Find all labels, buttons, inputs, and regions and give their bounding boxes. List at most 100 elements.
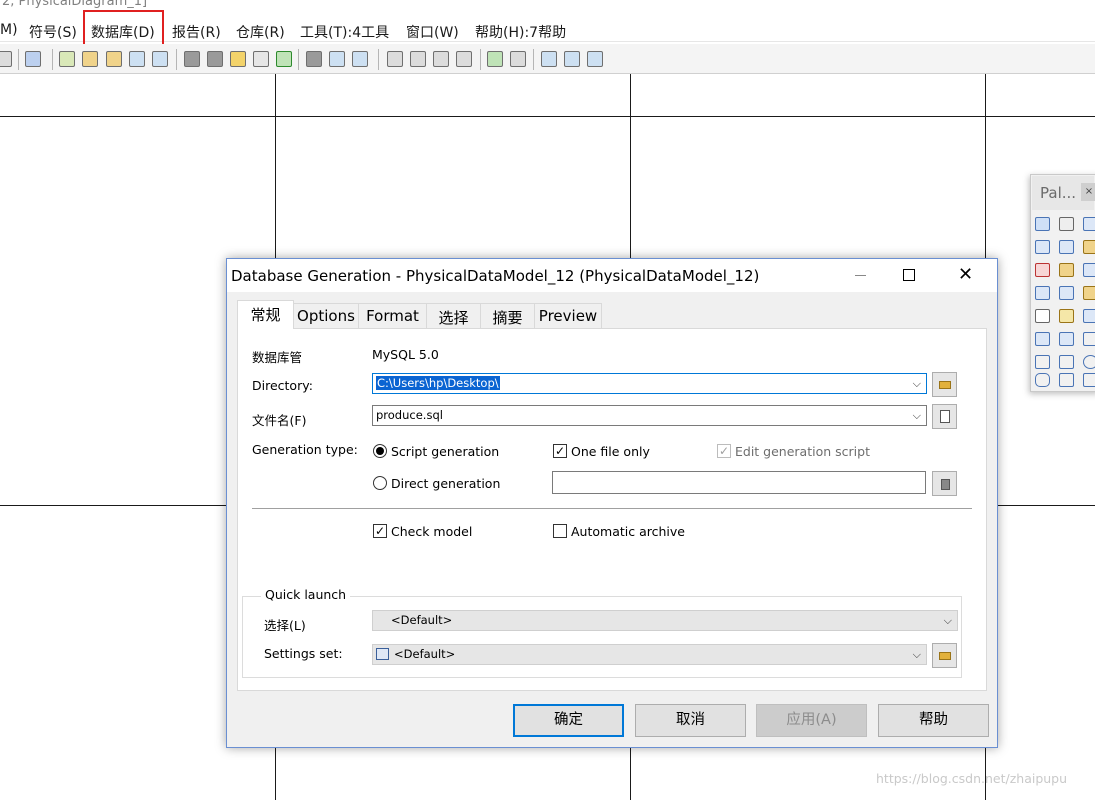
procedure-icon[interactable] <box>1083 286 1095 300</box>
view2-icon[interactable] <box>410 51 426 67</box>
tab-summary[interactable]: 摘要 <box>480 303 535 328</box>
paste-icon[interactable] <box>207 51 223 67</box>
menu-repository[interactable]: 仓库(R) <box>236 22 285 42</box>
chevron-down-icon[interactable]: ⌵ <box>913 377 921 391</box>
open-model-icon[interactable] <box>59 51 75 67</box>
automatic-archive-label[interactable]: Automatic archive <box>571 524 685 539</box>
chevron-down-icon[interactable]: ⌵ <box>944 614 952 628</box>
menu-tools[interactable]: 工具(T):4工具 <box>300 22 389 42</box>
format-icon[interactable] <box>253 51 269 67</box>
browse-directory-button[interactable] <box>932 372 957 397</box>
menu-report[interactable]: 报告(R) <box>172 22 221 42</box>
close-icon[interactable]: × <box>1081 183 1095 201</box>
edit-generation-script-label[interactable]: Edit generation script <box>735 444 870 459</box>
font-icon[interactable] <box>276 51 292 67</box>
tab-general[interactable]: 常规 <box>237 300 294 329</box>
refresh-icon[interactable] <box>129 51 145 67</box>
dialog-titlebar[interactable]: Database Generation - PhysicalDataModel_… <box>227 259 997 292</box>
data-source-input[interactable] <box>552 471 926 494</box>
display-icon[interactable] <box>564 51 580 67</box>
entity-icon[interactable] <box>1059 263 1074 277</box>
view3-icon[interactable] <box>433 51 449 67</box>
selection-combo[interactable]: <Default> ⌵ <box>372 610 958 631</box>
hand-icon[interactable] <box>1059 217 1074 231</box>
polyline-icon[interactable] <box>1059 373 1074 387</box>
chevron-down-icon[interactable]: ⌵ <box>913 648 921 662</box>
one-file-only-label[interactable]: One file only <box>571 444 650 459</box>
zoom-in-icon[interactable] <box>1083 217 1095 231</box>
script-generation-label[interactable]: Script generation <box>391 444 499 459</box>
directory-combo[interactable]: C:\Users\hp\Desktop\ ⌵ <box>372 373 927 394</box>
apply-button[interactable]: 应用(A) <box>756 704 867 737</box>
chevron-down-icon[interactable]: ⌵ <box>913 409 921 423</box>
palette-panel: Pal... × <box>1030 174 1095 392</box>
import-icon[interactable] <box>306 51 322 67</box>
rounded-rect-icon[interactable] <box>1035 373 1050 387</box>
sequence-icon[interactable] <box>1035 332 1050 346</box>
script-generation-radio[interactable] <box>373 444 387 458</box>
help-icon[interactable] <box>25 51 41 67</box>
link-icon[interactable] <box>1083 309 1095 323</box>
tab-format[interactable]: Format <box>358 303 427 328</box>
ok-button[interactable]: 确定 <box>513 704 624 737</box>
print-icon[interactable] <box>106 51 122 67</box>
check-icon[interactable] <box>152 51 168 67</box>
edit-generation-script-checkbox[interactable]: ✓ <box>717 444 731 458</box>
view1-icon[interactable] <box>387 51 403 67</box>
table-icon[interactable] <box>1083 263 1095 277</box>
minimize-button[interactable] <box>838 259 884 291</box>
menu-window[interactable]: 窗口(W) <box>406 22 459 42</box>
package-icon[interactable] <box>1083 240 1095 254</box>
filename-combo[interactable]: produce.sql ⌵ <box>372 405 927 426</box>
ellipse-icon[interactable] <box>1083 355 1095 369</box>
one-file-only-checkbox[interactable]: ✓ <box>553 444 567 458</box>
arc-icon[interactable] <box>1035 355 1050 369</box>
brush-icon[interactable] <box>230 51 246 67</box>
close-button[interactable]: ✕ <box>945 259 991 291</box>
data-source-button[interactable] <box>932 471 957 496</box>
dbms-label: 数据库管 <box>252 350 303 365</box>
model-icon[interactable] <box>487 51 503 67</box>
settings-set-browse-button[interactable] <box>932 643 957 668</box>
zoom-fit-icon[interactable] <box>1059 240 1074 254</box>
text-icon[interactable] <box>1059 332 1074 346</box>
cut-icon[interactable] <box>1035 263 1050 277</box>
new-icon[interactable] <box>0 51 12 67</box>
settings-set-combo[interactable]: <Default> ⌵ <box>372 644 927 665</box>
cancel-button[interactable]: 取消 <box>635 704 746 737</box>
copy-icon[interactable] <box>184 51 200 67</box>
menu-symbol[interactable]: 符号(S) <box>29 22 77 42</box>
rectangle-icon[interactable] <box>1059 355 1074 369</box>
window-title: 2, PhysicalDiagram_1] <box>2 0 148 9</box>
note-icon[interactable] <box>1035 309 1050 323</box>
select-icon[interactable] <box>541 51 557 67</box>
help-button[interactable]: 帮助 <box>878 704 989 737</box>
maximize-button[interactable] <box>886 259 932 291</box>
zoom-out-icon[interactable] <box>1035 240 1050 254</box>
menu-model[interactable]: M) <box>0 22 18 38</box>
view4-icon[interactable] <box>456 51 472 67</box>
reference-icon[interactable] <box>1059 286 1074 300</box>
check-model-checkbox[interactable]: ✓ <box>373 524 387 538</box>
db-icon[interactable] <box>1035 286 1050 300</box>
tab-preview[interactable]: Preview <box>534 303 602 328</box>
polygon-icon[interactable] <box>1083 373 1095 387</box>
toolbar <box>0 44 1095 74</box>
pointer-icon[interactable] <box>1035 217 1050 231</box>
direct-generation-radio[interactable] <box>373 476 387 490</box>
menu-help[interactable]: 帮助(H):7帮助 <box>475 22 566 42</box>
save-icon[interactable] <box>82 51 98 67</box>
direct-generation-label[interactable]: Direct generation <box>391 476 500 491</box>
compare-icon[interactable] <box>510 51 526 67</box>
check-model-label[interactable]: Check model <box>391 524 472 539</box>
line-icon[interactable] <box>1083 332 1095 346</box>
tab-options[interactable]: Options <box>293 303 359 328</box>
file-properties-button[interactable] <box>932 404 957 429</box>
tab-selection[interactable]: 选择 <box>426 303 481 328</box>
folder-icon <box>939 652 951 660</box>
back-icon[interactable] <box>329 51 345 67</box>
forward-icon[interactable] <box>352 51 368 67</box>
table-icon[interactable] <box>587 51 603 67</box>
automatic-archive-checkbox[interactable] <box>553 524 567 538</box>
file-icon[interactable] <box>1059 309 1074 323</box>
